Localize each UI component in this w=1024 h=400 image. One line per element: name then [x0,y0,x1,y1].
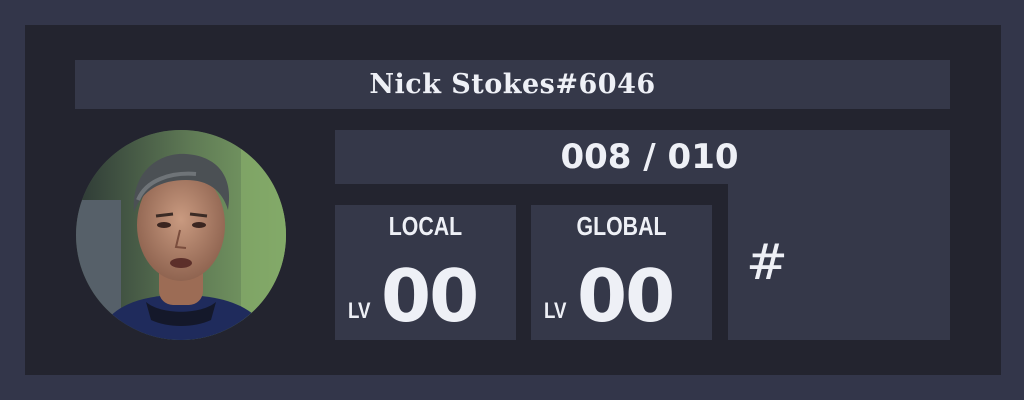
local-level-box: LOCAL LV 00 [335,205,516,340]
global-level-value: 00 [577,254,675,338]
local-level-prefix: LV [348,298,371,323]
global-level-title: GLOBAL [576,211,667,241]
xp-bar: 008 / 010 [335,130,950,184]
global-level-box: GLOBAL LV 00 [531,205,712,340]
avatar-image [76,130,286,340]
local-level-value: 00 [381,254,479,338]
rank-box: # [728,184,950,340]
xp-text: 008 / 010 [560,137,739,177]
avatar [76,130,286,340]
username-bar: Nick Stokes#6046 [75,60,950,109]
local-level-title: LOCAL [388,211,463,241]
global-level-prefix: LV [544,298,567,323]
rank-text: # [746,233,788,291]
username: Nick Stokes#6046 [369,69,656,100]
